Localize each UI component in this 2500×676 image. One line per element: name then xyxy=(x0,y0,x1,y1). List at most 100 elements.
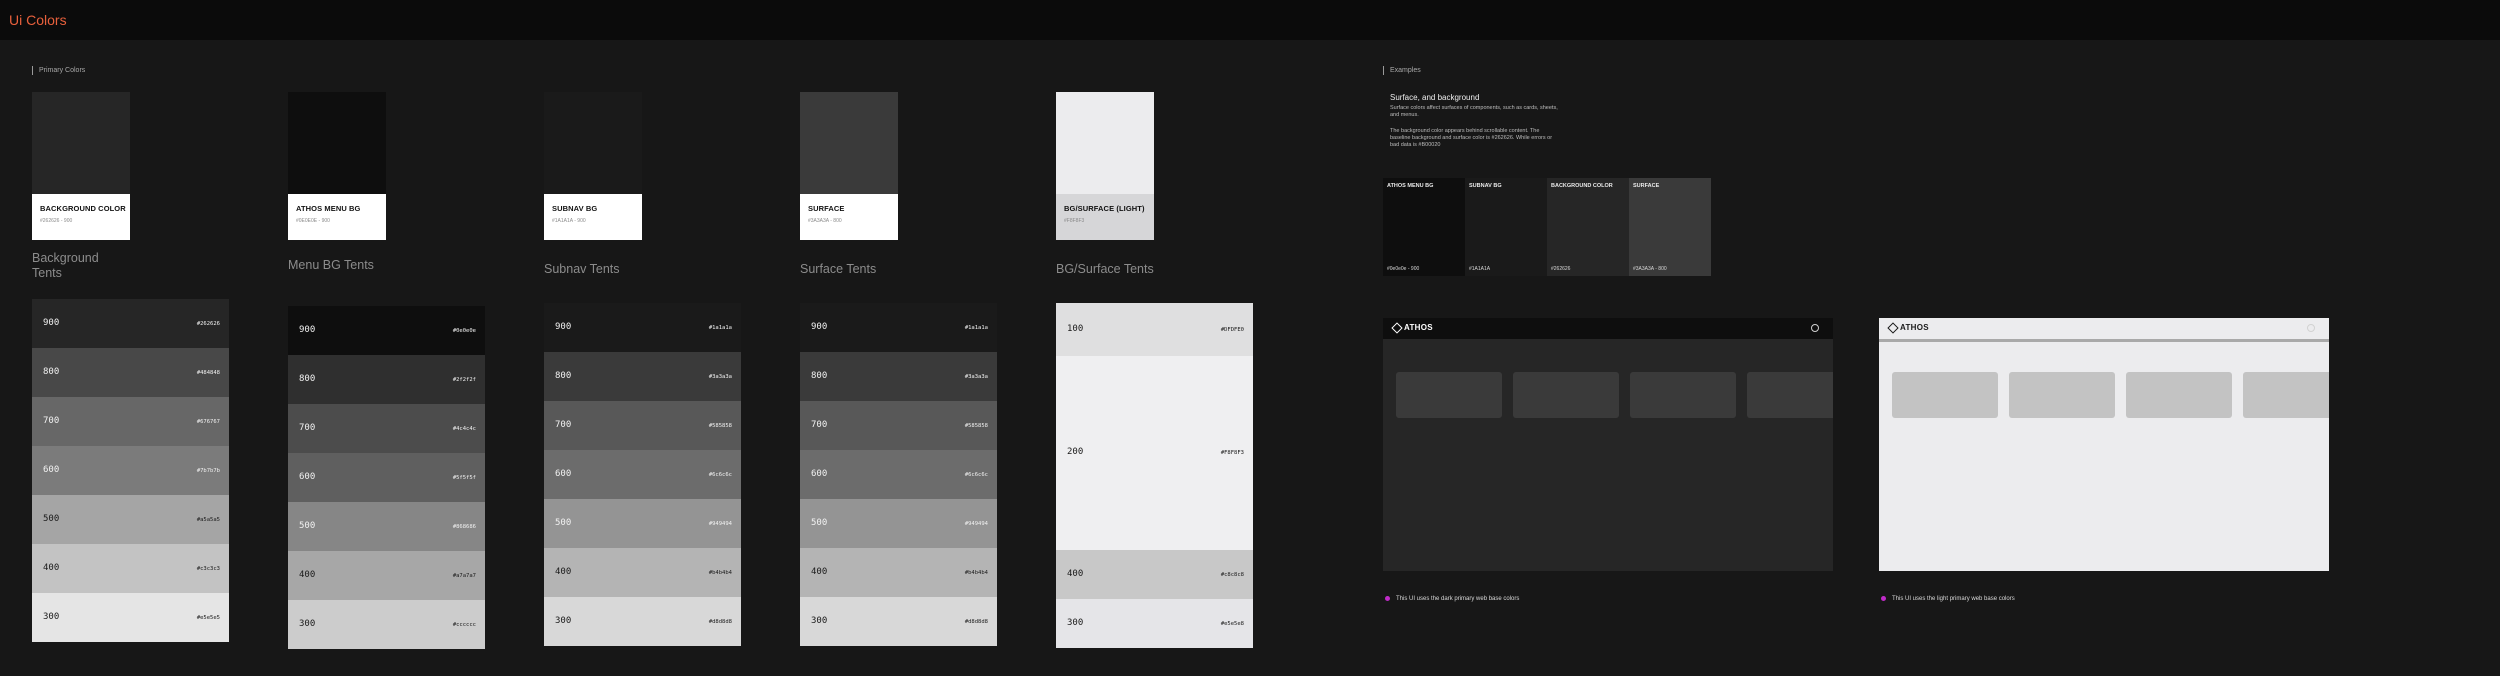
example-swatch-name: ATHOS MENU BG xyxy=(1387,183,1434,189)
tent-hex: #c8c8c8 xyxy=(1220,571,1244,578)
tent-column: 900 #0e0e0e 800 #2f2f2f 700 #4c4c4c 600 #5f5f5f… xyxy=(288,306,485,649)
tent-title: Subnav Tents xyxy=(544,262,620,276)
tent-level: 800 xyxy=(811,370,828,381)
tent-hex: #484848 xyxy=(196,369,220,376)
tent-row: 800 #3a3a3a xyxy=(544,352,741,401)
swatch-card: BG/SURFACE (LIGHT) #F8F8F3 xyxy=(1056,194,1154,240)
swatch-card: SURFACE #3A3A3A - 800 xyxy=(800,194,898,240)
tent-row: 900 #262626 xyxy=(32,299,229,348)
example-swatch-hex: #1A1A1A xyxy=(1469,266,1491,272)
tent-hex: #b4b4b4 xyxy=(964,569,988,576)
light-mock-logo-text: ATHOS xyxy=(1900,323,1929,332)
tent-level: 700 xyxy=(811,419,828,430)
diamond-icon xyxy=(1391,322,1403,334)
light-mock-card[interactable] xyxy=(2243,372,2329,418)
tent-hex: #b4b4b4 xyxy=(708,569,732,576)
tent-row: 500 #868686 xyxy=(288,502,485,551)
swatch-name: BACKGROUND COLOR xyxy=(40,204,126,213)
tent-row: 200 #F8F8F3 xyxy=(1056,356,1253,550)
tent-level: 700 xyxy=(555,419,572,430)
light-ui-mock: ATHOS xyxy=(1879,318,2329,571)
tent-hex: #5f5f5f xyxy=(452,474,476,481)
primary-swatch: BACKGROUND COLOR #262626 - 900 xyxy=(32,92,130,240)
swatch-card: SUBNAV BG #1A1A1A - 900 xyxy=(544,194,642,240)
example-swatch: SURFACE #3A3A3A - 800 xyxy=(1629,178,1711,276)
tent-level: 800 xyxy=(299,373,316,384)
tent-level: 400 xyxy=(811,566,828,577)
profile-icon[interactable] xyxy=(2307,324,2315,332)
dark-mock-caption-text: This UI uses the dark primary web base c… xyxy=(1396,596,1520,603)
dark-mock-card[interactable] xyxy=(1513,372,1619,418)
primary-swatch: SURFACE #3A3A3A - 800 xyxy=(800,92,898,240)
tent-column: 900 #1a1a1a 800 #3a3a3a 700 #585858 600 #6c6c6c… xyxy=(800,303,997,646)
tent-hex: #d8d8d8 xyxy=(964,618,988,625)
swatch-name: SURFACE xyxy=(808,204,845,213)
tent-row: 700 #585858 xyxy=(544,401,741,450)
light-mock-card[interactable] xyxy=(1892,372,1998,418)
tent-level: 400 xyxy=(299,569,316,580)
tent-hex: #949494 xyxy=(964,520,988,527)
tent-hex: #c3c3c3 xyxy=(196,565,220,572)
tent-hex: #cccccc xyxy=(452,621,476,628)
light-mock-card[interactable] xyxy=(2126,372,2232,418)
tent-hex: #e5e5e5 xyxy=(196,614,220,621)
tent-level: 300 xyxy=(1067,617,1084,628)
tent-hex: #0e0e0e xyxy=(452,327,476,334)
tent-hex: #F8F8F3 xyxy=(1220,450,1244,456)
tent-column: 900 #262626 800 #484848 700 #676767 600 #7b7b7b… xyxy=(32,299,229,642)
primary-swatch: ATHOS MENU BG #0E0E0E - 900 xyxy=(288,92,386,240)
tent-hex: #a7a7a7 xyxy=(452,572,476,579)
tent-hex: #1a1a1a xyxy=(708,324,732,331)
tent-row: 500 #a5a5a5 xyxy=(32,495,229,544)
example-swatch-name: SURFACE xyxy=(1633,183,1660,189)
tent-title: BG/Surface Tents xyxy=(1056,262,1154,276)
tent-level: 500 xyxy=(43,513,60,524)
tent-level: 900 xyxy=(43,317,60,328)
example-swatch-name: SUBNAV BG xyxy=(1469,183,1502,189)
tent-level: 300 xyxy=(811,615,828,626)
tent-hex: #676767 xyxy=(196,418,220,425)
tent-level: 100 xyxy=(1067,323,1084,334)
swatch-card: ATHOS MENU BG #0E0E0E - 900 xyxy=(288,194,386,240)
bullet-dot-icon xyxy=(1881,596,1886,601)
tent-title: Surface Tents xyxy=(800,262,877,276)
tent-row: 700 #4c4c4c xyxy=(288,404,485,453)
dark-mock-card[interactable] xyxy=(1630,372,1736,418)
dark-ui-mock: ATHOS xyxy=(1383,318,1833,571)
primary-swatch: SUBNAV BG #1A1A1A - 900 xyxy=(544,92,642,240)
tent-level: 400 xyxy=(555,566,572,577)
tent-hex: #949494 xyxy=(708,520,732,527)
tent-row: 900 #1a1a1a xyxy=(544,303,741,352)
swatch-name: ATHOS MENU BG xyxy=(296,204,361,213)
swatch-meta: #1A1A1A - 900 xyxy=(552,218,586,224)
dark-mock-header: ATHOS xyxy=(1383,318,1833,339)
example-swatch: ATHOS MENU BG #0e0e0e - 900 xyxy=(1383,178,1465,276)
example-swatch-hex: #262626 xyxy=(1551,266,1571,272)
profile-icon[interactable] xyxy=(1811,324,1819,332)
tent-row: 900 #0e0e0e xyxy=(288,306,485,355)
tent-row: 500 #949494 xyxy=(800,499,997,548)
tent-hex: #2f2f2f xyxy=(452,376,476,383)
examples-paragraph-surface: Surface colors affect surfaces of compon… xyxy=(1390,105,1558,118)
tent-row: 500 #949494 xyxy=(544,499,741,548)
tent-row: 600 #6c6c6c xyxy=(800,450,997,499)
tent-title: Background Tents xyxy=(32,251,99,280)
tent-row: 600 #5f5f5f xyxy=(288,453,485,502)
examples-label: Examples xyxy=(1383,66,1421,75)
tent-level: 500 xyxy=(811,517,828,528)
swatch-meta: #262626 - 900 xyxy=(40,218,73,224)
swatch-meta: #3A3A3A - 800 xyxy=(808,218,842,224)
tent-row: 300 #e5e5e8 xyxy=(1056,599,1253,648)
tent-hex: #e5e5e8 xyxy=(1220,620,1244,627)
light-mock-card[interactable] xyxy=(2009,372,2115,418)
tent-level: 900 xyxy=(299,324,316,335)
tent-level: 400 xyxy=(1067,568,1084,579)
dark-mock-logo-text: ATHOS xyxy=(1404,323,1433,332)
dark-mock-card[interactable] xyxy=(1396,372,1502,418)
dark-mock-card[interactable] xyxy=(1747,372,1833,418)
tent-hex: #1a1a1a xyxy=(964,324,988,331)
swatch-fill xyxy=(800,92,898,194)
tent-level: 300 xyxy=(299,618,316,629)
primary-swatch: BG/SURFACE (LIGHT) #F8F8F3 xyxy=(1056,92,1154,240)
tent-column: 100 #DFDFE0 200 #F8F8F3 400 #c8c8c8 300 #e5e5e8 xyxy=(1056,303,1253,648)
